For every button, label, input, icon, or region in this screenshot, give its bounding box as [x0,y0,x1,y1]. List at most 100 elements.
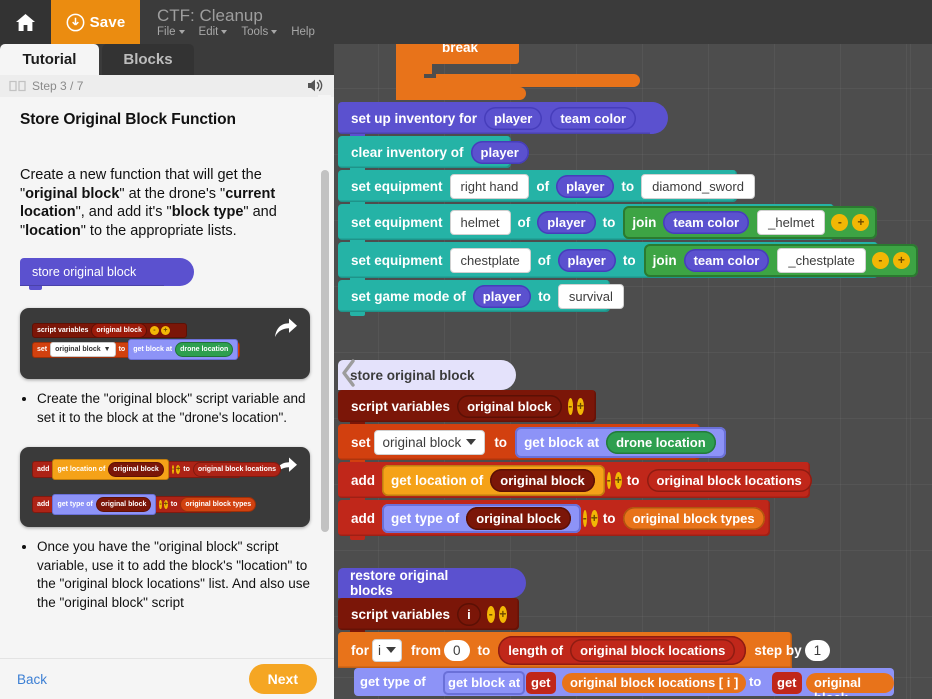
hat-block-label: store original block [32,265,137,279]
field-slot-item[interactable]: diamond_sword [641,173,755,199]
minus-button[interactable]: - [567,397,573,415]
save-button[interactable]: Save [51,0,140,44]
mini-row-script-variables: script variables original block - + [32,323,187,338]
mini-minus: - [159,500,162,509]
label: set [351,434,371,450]
minus-button[interactable]: - [486,605,495,623]
project-info: CTF: Cleanup File Edit Tools Help [140,0,315,44]
reporter-join-chestplate[interactable]: join team color _chestplate - + [643,243,918,277]
block-set-game-mode[interactable]: set game mode of player to survival [338,280,624,316]
function-hat-store-original-block[interactable]: store original block [338,360,516,390]
block-script-variables-i[interactable]: script variables i - + [338,598,519,634]
field-slot-suffix[interactable]: _helmet [757,209,826,235]
reporter-i[interactable]: i [457,602,481,626]
reporter-original-block[interactable]: original block [466,506,571,530]
menu-tools[interactable]: Tools [241,26,278,38]
tab-bar: Tutorial Blocks [0,44,334,75]
reporter-get-location-of[interactable]: get location of original block [382,464,605,496]
reporter-get-block-at[interactable]: get block at drone location [515,426,726,458]
block-script-variables-original-block[interactable]: script variables original block - + [338,390,596,426]
reporter-team-color[interactable]: team color [663,210,750,234]
blocks-workspace[interactable]: break set up inventory for player team c… [334,44,932,699]
block-add-type-to-list[interactable]: add get type of original block - + to or… [338,500,770,540]
field-slot-right-hand[interactable]: right hand [449,173,530,199]
reporter-team-color[interactable]: team color [550,106,637,130]
reporter-player[interactable]: player [470,140,529,164]
reporter-get-type-of[interactable]: get type of original block [382,503,581,533]
mini-block-stack: add get location of original block - + t… [32,458,298,515]
block-set-equipment-helmet[interactable]: set equipment helmet of player to join t… [338,204,878,244]
para-bold: location [25,222,81,239]
plus-button[interactable]: + [892,251,910,269]
plus-button[interactable]: + [614,471,622,489]
reporter-original-block-locations[interactable]: original block locations [646,468,812,492]
field-step-value[interactable]: 1 [804,639,831,661]
plus-button[interactable]: + [852,213,870,231]
label: add [351,510,376,526]
mini-label: add [37,466,50,473]
minus-button[interactable]: - [871,251,889,269]
reporter-original-block-locations[interactable]: original block locations [570,638,736,662]
next-button[interactable]: Next [248,664,317,694]
menu-edit[interactable]: Edit [199,26,228,38]
label: to [626,472,640,488]
block-for-loop[interactable]: for i from 0 to length of original block… [338,632,831,668]
reporter-player[interactable]: player [556,174,615,198]
stack-inventory-setup[interactable]: set up inventory for player team color c… [338,102,918,316]
plus-button[interactable]: + [590,509,598,527]
mini-label: to [170,501,178,508]
minus-button[interactable]: - [606,471,611,489]
reporter-get[interactable]: get [526,672,556,694]
field-slot-chestplate[interactable]: chestplate [449,247,531,273]
reporter-join-helmet[interactable]: join team color _helmet - + [623,205,878,239]
back-button[interactable]: Back [17,672,47,687]
field-from-value[interactable]: 0 [444,639,470,661]
menu-help[interactable]: Help [291,26,315,38]
reporter-original-block[interactable]: original block [490,468,595,492]
reporter-player[interactable]: player [537,210,596,234]
minus-button[interactable]: - [582,509,587,527]
tutorial-scrollbar-thumb[interactable] [321,170,329,532]
reporter-team-color[interactable]: team color [683,248,770,272]
block-add-location-to-list[interactable]: add get location of original block - + t… [338,462,812,502]
block-set-equipment-chestplate[interactable]: set equipment chestplate of player to jo… [338,242,918,282]
mini-reporter-drone-location: drone location [175,342,234,357]
plus-button[interactable]: + [498,605,507,623]
reporter-player[interactable]: player [472,284,532,308]
plus-button[interactable]: + [576,397,584,415]
reporter-player[interactable]: player [484,106,543,130]
stack-restore-original-blocks[interactable]: restore original blocks script variables… [338,568,894,696]
block-set-equipment-right-hand[interactable]: set equipment right hand of player to di… [338,170,755,206]
block-nested-clipped[interactable]: get type of get block at get original bl… [354,668,894,696]
reporter-original-block[interactable]: original block [806,673,894,696]
reporter-get-block-at[interactable]: get block at [443,671,526,695]
label: set equipment [351,214,443,230]
reporter-get[interactable]: get [772,672,802,694]
reporter-player[interactable]: player [557,248,616,272]
minus-button[interactable]: - [831,213,849,231]
reporter-original-block-types[interactable]: original block types [622,506,765,530]
block-clear-inventory[interactable]: clear inventory of player [338,136,529,172]
tutorial-bullets-2: Once you have the "original block" scrip… [20,538,310,612]
menu-bar: Save CTF: Cleanup File Edit Tools Help [0,0,932,44]
reporter-drone-location[interactable]: drone location [606,430,716,454]
tab-tutorial[interactable]: Tutorial [0,44,99,75]
label: set equipment [351,252,443,268]
block-set-up-inventory[interactable]: set up inventory for player team color [338,102,668,138]
field-slot-gamemode[interactable]: survival [557,283,624,309]
tab-blocks[interactable]: Blocks [102,44,194,75]
function-hat-restore-original-blocks[interactable]: restore original blocks [338,568,526,598]
function-name: restore original blocks [350,568,449,598]
reporter-list-index[interactable]: original block locations [ i ] [562,673,747,693]
dropdown-loop-var[interactable]: i [372,638,402,662]
field-slot-helmet[interactable]: helmet [449,209,511,235]
menu-file[interactable]: File [157,26,185,38]
collapse-toolbox-button[interactable] [340,358,358,393]
block-set-original-block[interactable]: set original block to get block at drone… [338,424,726,464]
stack-store-original-block[interactable]: store original block script variables or… [338,360,812,540]
dropdown-original-block[interactable]: original block [373,429,486,455]
field-slot-suffix[interactable]: _chestplate [777,247,866,273]
home-button[interactable] [0,0,51,44]
reporter-length-of[interactable]: length of original block locations [498,635,747,665]
reporter-original-block[interactable]: original block [457,394,562,418]
